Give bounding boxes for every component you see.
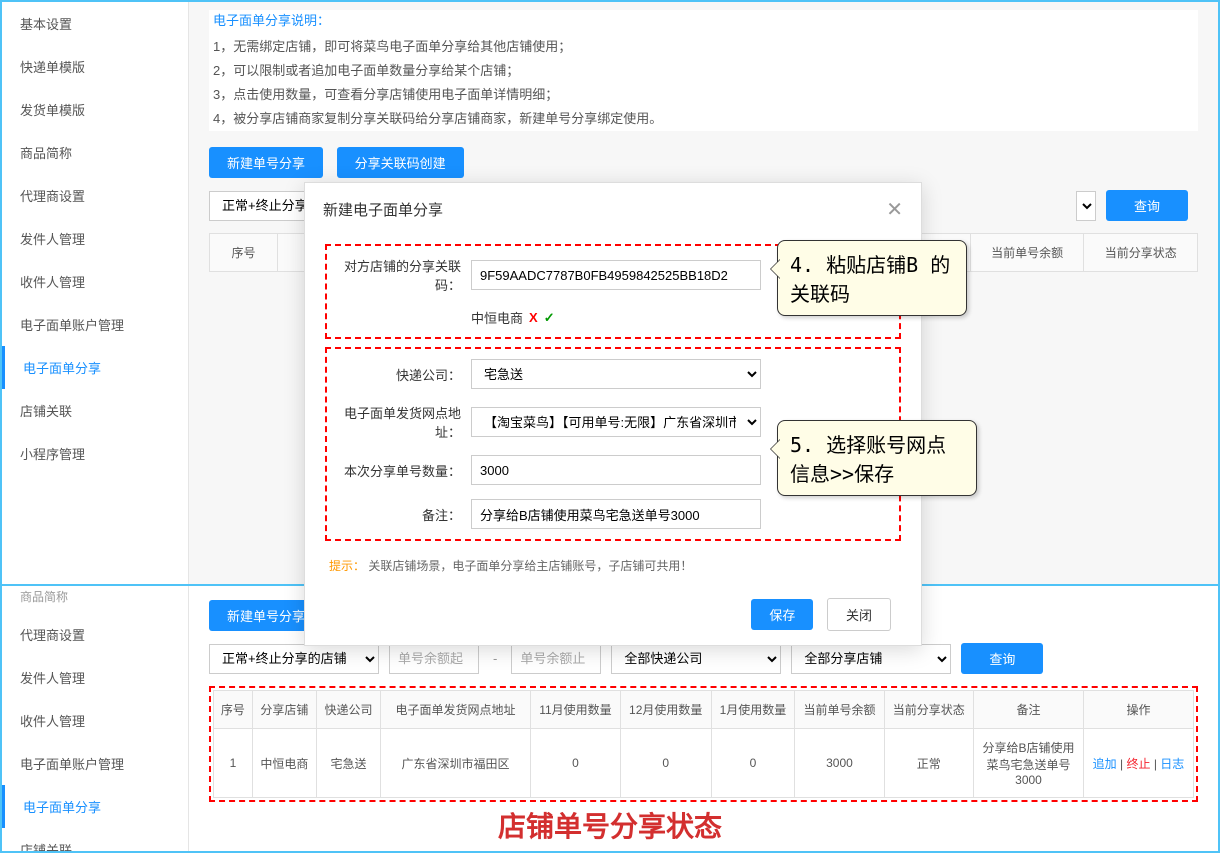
nav-eticket-account[interactable]: 电子面单账户管理 xyxy=(2,303,188,346)
nav-b-alias[interactable]: 商品简称 xyxy=(2,586,188,613)
remark-input[interactable] xyxy=(471,499,761,529)
th2-addr: 电子面单发货网点地址 xyxy=(381,691,531,729)
callout-4: 4. 粘贴店铺B 的关联码 xyxy=(777,240,967,316)
table-row: 1 中恒电商 宅急送 广东省深圳市福田区 0 0 0 3000 正常 分享给B店… xyxy=(214,729,1194,798)
qty-input[interactable] xyxy=(471,455,761,485)
filter-b-store[interactable]: 正常+终止分享的店铺 xyxy=(209,644,379,674)
nav-ship-tpl[interactable]: 发货单模版 xyxy=(2,88,188,131)
cell-m11: 0 xyxy=(531,729,621,798)
th-balance: 当前单号余额 xyxy=(970,234,1084,272)
nav-miniprog[interactable]: 小程序管理 xyxy=(2,432,188,475)
cell-idx: 1 xyxy=(214,729,253,798)
cell-bal: 3000 xyxy=(795,729,884,798)
dash-sep: - xyxy=(493,651,497,666)
th2-m11: 11月使用数量 xyxy=(531,691,621,729)
th2-remark: 备注 xyxy=(974,691,1084,729)
filter-b-courier[interactable]: 全部快递公司 xyxy=(611,644,781,674)
hint-text: 关联店铺场景，电子面单分享给主店铺账号，子店铺可共用！ xyxy=(368,559,692,573)
op-add-link[interactable]: 追加 xyxy=(1093,757,1117,771)
nav-b-store-link[interactable]: 店铺关联 xyxy=(2,828,188,853)
cell-ops: 追加 | 终止 | 日志 xyxy=(1084,729,1194,798)
code-label: 对方店铺的分享关联码： xyxy=(331,256,471,294)
cell-m12: 0 xyxy=(620,729,711,798)
filter-extra-select[interactable] xyxy=(1076,191,1096,221)
op-stop-link[interactable]: 终止 xyxy=(1126,757,1150,771)
th2-courier: 快递公司 xyxy=(316,691,380,729)
nav-sender[interactable]: 发件人管理 xyxy=(2,217,188,260)
bottom-caption: 店铺单号分享状态 xyxy=(498,799,722,851)
th2-m12: 12月使用数量 xyxy=(620,691,711,729)
close-icon[interactable]: ✕ xyxy=(886,197,903,222)
nav-store-link[interactable]: 店铺关联 xyxy=(2,389,188,432)
code-create-button[interactable]: 分享关联码创建 xyxy=(337,147,464,178)
addr-label: 电子面单发货网点地址： xyxy=(331,403,471,441)
nav-eticket-share[interactable]: 电子面单分享 xyxy=(2,346,188,389)
new-share-button[interactable]: 新建单号分享 xyxy=(209,147,323,178)
help-title: 电子面单分享说明： xyxy=(213,10,1194,29)
qty-label: 本次分享单号数量： xyxy=(331,461,471,480)
help-line-2: 2，可以限制或者追加电子面单数量分享给某个店铺； xyxy=(213,59,1194,83)
save-button[interactable]: 保存 xyxy=(751,599,813,630)
courier-label: 快递公司： xyxy=(331,365,471,384)
courier-select[interactable]: 宅急送 xyxy=(471,359,761,389)
nav-basic[interactable]: 基本设置 xyxy=(2,2,188,45)
hint-label: 提示： xyxy=(329,559,365,573)
nav-b-sender[interactable]: 发件人管理 xyxy=(2,656,188,699)
query-button-top[interactable]: 查询 xyxy=(1106,190,1188,221)
th2-m1: 1月使用数量 xyxy=(711,691,795,729)
cell-stat: 正常 xyxy=(884,729,973,798)
th-status: 当前分享状态 xyxy=(1084,234,1198,272)
nav-agent[interactable]: 代理商设置 xyxy=(2,174,188,217)
filter-b-sharestore[interactable]: 全部分享店铺 xyxy=(791,644,951,674)
cell-addr: 广东省深圳市福田区 xyxy=(381,729,531,798)
close-button[interactable]: 关闭 xyxy=(827,598,891,631)
help-line-4: 4，被分享店铺商家复制分享关联码给分享店铺商家，新建单号分享绑定使用。 xyxy=(213,107,1194,131)
th2-idx: 序号 xyxy=(214,691,253,729)
addr-select[interactable]: 【淘宝菜鸟】【可用单号:无限】广东省深圳市福田区 xyxy=(471,407,761,437)
help-line-3: 3，点击使用数量，可查看分享店铺使用电子面单详情明细； xyxy=(213,83,1194,107)
th2-bal: 当前单号余额 xyxy=(795,691,884,729)
code-input[interactable] xyxy=(471,260,761,290)
cell-courier: 宅急送 xyxy=(316,729,380,798)
nav-b-eticket-acct[interactable]: 电子面单账户管理 xyxy=(2,742,188,785)
query-button-b[interactable]: 查询 xyxy=(961,643,1043,674)
nav-b-agent[interactable]: 代理商设置 xyxy=(2,613,188,656)
th2-store: 分享店铺 xyxy=(252,691,316,729)
verify-store-name: 中恒电商 xyxy=(471,308,523,327)
share-table-bottom: 序号 分享店铺 快递公司 电子面单发货网点地址 11月使用数量 12月使用数量 … xyxy=(213,690,1194,798)
cell-remark: 分享给B店铺使用菜鸟宅急送单号3000 xyxy=(974,729,1084,798)
x-icon: X xyxy=(529,310,538,325)
nav-b-eticket-share[interactable]: 电子面单分享 xyxy=(2,785,188,828)
callout-5: 5. 选择账号网点信息>>保存 xyxy=(777,420,977,496)
th2-op: 操作 xyxy=(1084,691,1194,729)
sidebar-top: 基本设置 快递单模版 发货单模版 商品简称 代理商设置 发件人管理 收件人管理 … xyxy=(2,2,189,584)
nav-product-alias[interactable]: 商品简称 xyxy=(2,131,188,174)
remark-label: 备注： xyxy=(331,505,471,524)
modal-title: 新建电子面单分享 xyxy=(323,199,443,220)
sidebar-bottom: 商品简称 代理商设置 发件人管理 收件人管理 电子面单账户管理 电子面单分享 店… xyxy=(2,586,189,852)
op-log-link[interactable]: 日志 xyxy=(1160,757,1184,771)
amount-from-input[interactable] xyxy=(389,644,479,674)
th-idx: 序号 xyxy=(210,234,278,272)
check-icon: ✓ xyxy=(544,310,555,326)
cell-store: 中恒电商 xyxy=(252,729,316,798)
cell-m1[interactable]: 0 xyxy=(711,729,795,798)
nav-express-tpl[interactable]: 快递单模版 xyxy=(2,45,188,88)
help-line-1: 1，无需绑定店铺，即可将菜鸟电子面单分享给其他店铺使用； xyxy=(213,35,1194,59)
th2-stat: 当前分享状态 xyxy=(884,691,973,729)
amount-to-input[interactable] xyxy=(511,644,601,674)
nav-receiver[interactable]: 收件人管理 xyxy=(2,260,188,303)
nav-b-receiver[interactable]: 收件人管理 xyxy=(2,699,188,742)
